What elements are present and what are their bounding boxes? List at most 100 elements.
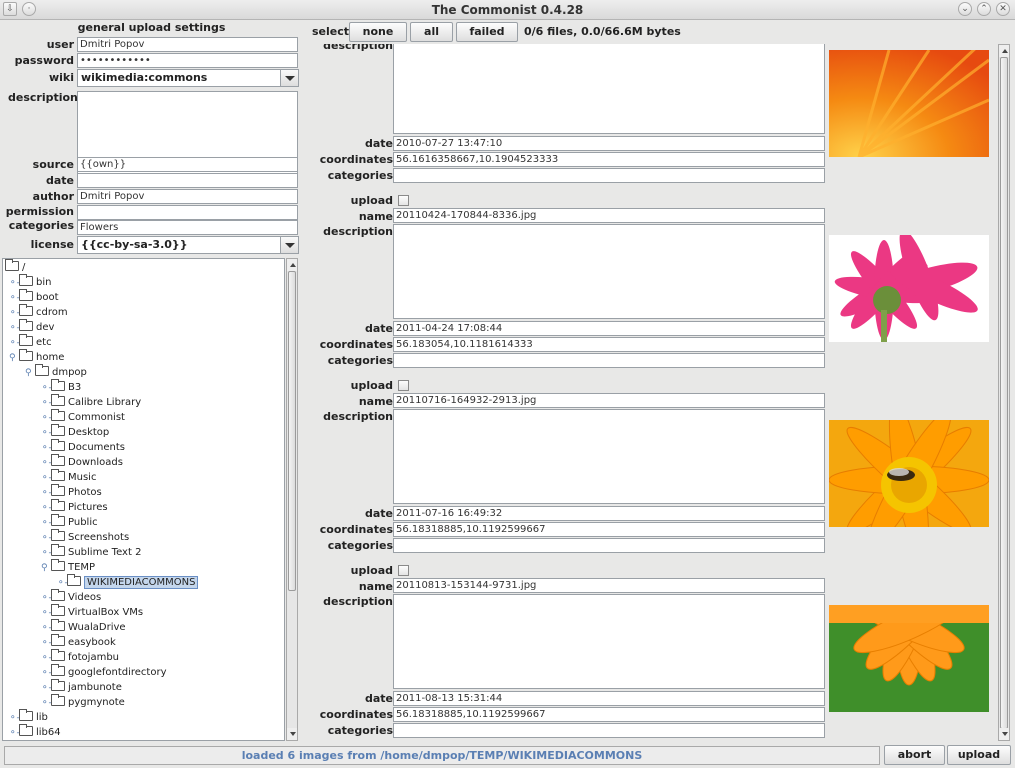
- tree-item[interactable]: ⚬- Public: [41, 514, 98, 531]
- collapsed-handle-icon[interactable]: ⚬-: [41, 621, 52, 636]
- tree-item[interactable]: ⚬- Videos: [41, 589, 101, 606]
- select-none-button[interactable]: none: [349, 22, 407, 42]
- chevron-down-icon[interactable]: [280, 70, 298, 86]
- collapsed-handle-icon[interactable]: ⚬-: [41, 531, 52, 546]
- tree-item[interactable]: ⚬- lib64: [9, 724, 61, 740]
- categories-field[interactable]: Flowers: [77, 220, 298, 235]
- image-name-field[interactable]: 20110716-164932-2913.jpg: [393, 393, 825, 408]
- image-coordinates-field[interactable]: 56.18318885,10.1192599667: [393, 522, 825, 537]
- collapsed-handle-icon[interactable]: ⚬-: [9, 321, 20, 336]
- tree-item-root[interactable]: /: [5, 259, 25, 275]
- image-coordinates-field[interactable]: 56.18318885,10.1192599667: [393, 707, 825, 722]
- collapsed-handle-icon[interactable]: ⚬-: [41, 681, 52, 696]
- image-categories-field[interactable]: [393, 538, 825, 553]
- scroll-down-icon[interactable]: [287, 728, 297, 740]
- scroll-down-icon[interactable]: [999, 728, 1009, 740]
- image-description-textarea[interactable]: [393, 594, 825, 689]
- collapsed-handle-icon[interactable]: ⚬-: [41, 546, 52, 561]
- tree-item[interactable]: ⚬- jambunote: [41, 679, 122, 696]
- upload-checkbox[interactable]: [398, 380, 409, 391]
- image-date-field[interactable]: 2011-07-16 16:49:32: [393, 506, 825, 521]
- tree-item[interactable]: ⚬- dev: [9, 319, 54, 336]
- collapsed-handle-icon[interactable]: ⚬-: [41, 426, 52, 441]
- password-field[interactable]: ••••••••••••: [77, 53, 298, 68]
- tree-item[interactable]: ⚬- boot: [9, 289, 59, 305]
- tree-item[interactable]: ⚬- Downloads: [41, 454, 123, 471]
- collapsed-handle-icon[interactable]: ⚬-: [9, 306, 20, 321]
- image-list-scrollbar-thumb[interactable]: [1000, 57, 1008, 729]
- upload-checkbox[interactable]: [398, 565, 409, 576]
- tree-item[interactable]: ⚬- fotojambu: [41, 649, 119, 666]
- scroll-up-icon[interactable]: [287, 259, 297, 271]
- abort-button[interactable]: abort: [884, 745, 945, 765]
- directory-tree[interactable]: / ⚬- bin ⚬- boot ⚬- cdrom ⚬- dev ⚬- etc ⚲ home…: [2, 258, 285, 741]
- tree-scrollbar[interactable]: [286, 258, 298, 741]
- image-thumbnail-orange-flower[interactable]: [829, 50, 989, 157]
- minimize-icon[interactable]: ⌄: [958, 2, 972, 16]
- tree-item[interactable]: ⚬- bin: [9, 274, 51, 291]
- collapsed-handle-icon[interactable]: ⚬-: [41, 591, 52, 606]
- tree-item[interactable]: ⚬- googlefontdirectory: [41, 664, 167, 681]
- tree-item[interactable]: ⚬- lib: [9, 709, 48, 726]
- collapsed-handle-icon[interactable]: ⚬-: [41, 651, 52, 666]
- collapsed-handle-icon[interactable]: ⚬-: [41, 456, 52, 471]
- collapsed-handle-icon[interactable]: ⚬-: [41, 696, 52, 711]
- date-field[interactable]: [77, 173, 298, 188]
- maximize-icon[interactable]: ⌃: [977, 2, 991, 16]
- tree-item[interactable]: ⚲ home: [9, 349, 64, 366]
- tree-scrollbar-thumb[interactable]: [288, 271, 296, 591]
- image-description-textarea[interactable]: [393, 44, 825, 134]
- expanded-handle-icon[interactable]: ⚲: [41, 561, 51, 576]
- tree-item-selected[interactable]: ⚬- WIKIMEDIACOMMONS: [57, 574, 199, 590]
- image-date-field[interactable]: 2011-08-13 15:31:44: [393, 691, 825, 706]
- tree-item[interactable]: ⚬- etc: [9, 334, 52, 351]
- image-categories-field[interactable]: [393, 353, 825, 368]
- upload-button[interactable]: upload: [947, 745, 1011, 765]
- tree-item[interactable]: ⚬- Sublime Text 2: [41, 544, 141, 561]
- image-name-field[interactable]: 20110424-170844-8336.jpg: [393, 208, 825, 223]
- select-all-button[interactable]: all: [410, 22, 453, 42]
- tree-item[interactable]: ⚬- Desktop: [41, 424, 109, 441]
- collapsed-handle-icon[interactable]: ⚬-: [41, 381, 52, 396]
- image-description-textarea[interactable]: [393, 224, 825, 319]
- select-failed-button[interactable]: failed: [456, 22, 518, 42]
- collapsed-handle-icon[interactable]: ⚬-: [41, 666, 52, 681]
- collapsed-handle-icon[interactable]: ⚬-: [41, 471, 52, 486]
- expanded-handle-icon[interactable]: ⚲: [9, 351, 19, 366]
- image-list-scrollbar[interactable]: [998, 44, 1010, 741]
- image-date-field[interactable]: 2011-04-24 17:08:44: [393, 321, 825, 336]
- scroll-up-icon[interactable]: [999, 45, 1009, 57]
- image-thumbnail-pink-gerbera[interactable]: [829, 235, 989, 342]
- image-thumbnail-orange-flower-with-fly[interactable]: [829, 420, 989, 527]
- collapsed-handle-icon[interactable]: ⚬-: [41, 606, 52, 621]
- image-name-field[interactable]: 20110813-153144-9731.jpg: [393, 578, 825, 593]
- tree-item[interactable]: ⚬- Calibre Library: [41, 394, 141, 411]
- collapsed-handle-icon[interactable]: ⚬-: [9, 276, 20, 291]
- tree-item[interactable]: ⚬- pygmynote: [41, 694, 125, 711]
- user-field[interactable]: Dmitri Popov: [77, 37, 298, 52]
- tree-item[interactable]: ⚬- cdrom: [9, 304, 68, 321]
- image-coordinates-field[interactable]: 56.183054,10.1181614333: [393, 337, 825, 352]
- close-icon[interactable]: ✕: [996, 2, 1010, 16]
- image-categories-field[interactable]: [393, 723, 825, 738]
- collapsed-handle-icon[interactable]: ⚬-: [9, 711, 20, 726]
- collapsed-handle-icon[interactable]: ⚬-: [9, 336, 20, 351]
- tree-item[interactable]: ⚲ TEMP: [41, 559, 95, 576]
- tree-item[interactable]: ⚬- VirtualBox VMs: [41, 604, 143, 621]
- author-field[interactable]: Dmitri Popov: [77, 189, 298, 204]
- image-coordinates-field[interactable]: 56.1616358667,10.1904523333: [393, 152, 825, 167]
- tree-item[interactable]: ⚬- Documents: [41, 439, 125, 455]
- collapsed-handle-icon[interactable]: ⚬-: [41, 396, 52, 411]
- collapsed-handle-icon[interactable]: ⚬-: [41, 516, 52, 531]
- tree-item[interactable]: ⚲ dmpop: [25, 364, 87, 381]
- collapsed-handle-icon[interactable]: ⚬-: [41, 411, 52, 426]
- tree-item[interactable]: ⚬- Commonist: [41, 409, 125, 426]
- collapsed-handle-icon[interactable]: ⚬-: [41, 636, 52, 651]
- chevron-down-icon[interactable]: [280, 237, 298, 253]
- expanded-handle-icon[interactable]: ⚲: [25, 366, 35, 381]
- wiki-select[interactable]: wikimedia:commons: [77, 69, 299, 87]
- image-categories-field[interactable]: [393, 168, 825, 183]
- tree-item[interactable]: ⚬- WualaDrive: [41, 619, 126, 636]
- tree-item[interactable]: ⚬- Pictures: [41, 499, 108, 515]
- permission-field[interactable]: [77, 205, 298, 220]
